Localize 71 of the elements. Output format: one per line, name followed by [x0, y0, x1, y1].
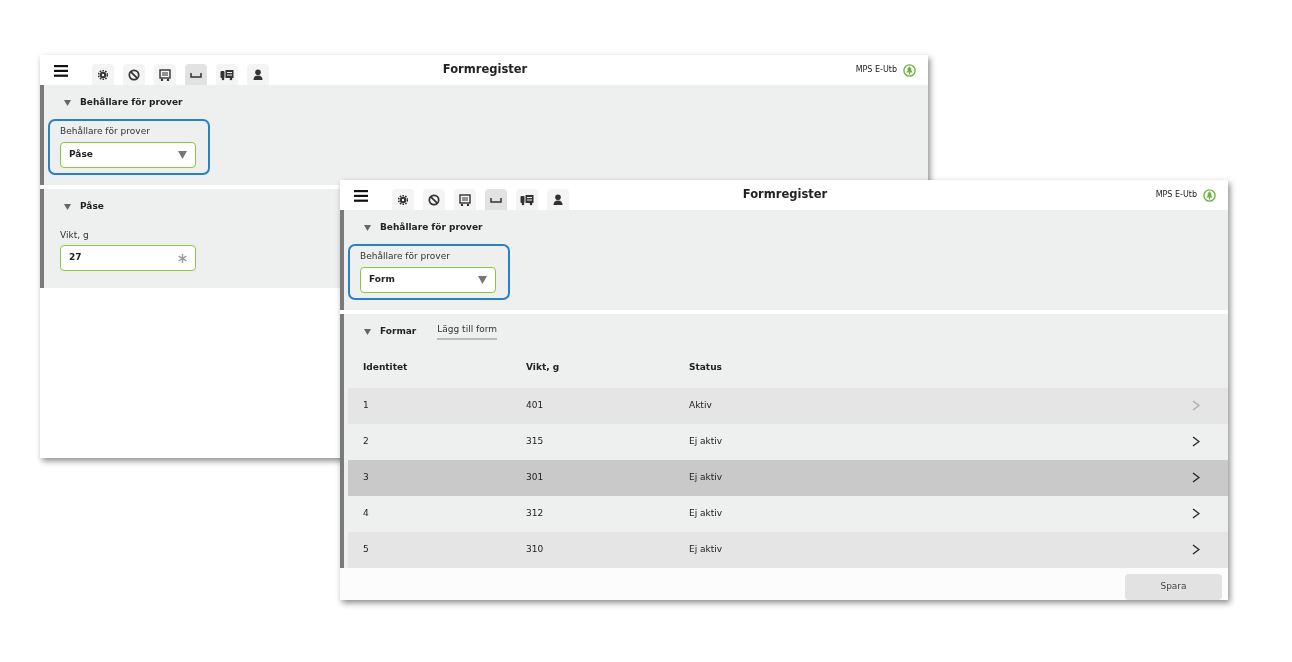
dropdown-caret-icon [478, 275, 487, 284]
tab-button[interactable] [216, 64, 238, 85]
table-row[interactable]: 5 310 Ej aktiv [348, 531, 1228, 568]
collapse-icon[interactable] [364, 328, 371, 335]
tab-button[interactable] [392, 189, 414, 210]
select-field[interactable]: Påse [60, 141, 196, 168]
table-cell-text: 401 [526, 398, 545, 412]
tab-button[interactable] [154, 64, 176, 85]
input-field[interactable]: 27 [60, 245, 196, 271]
table-cell-text: Ej aktiv [689, 542, 724, 556]
table-cell-text: Ej aktiv [689, 434, 724, 448]
dropdown-caret-icon [178, 150, 187, 159]
gear-icon [398, 194, 408, 205]
tray-icon [190, 71, 202, 78]
section-heading: Behållare för prover [80, 96, 183, 110]
tab-button[interactable] [547, 189, 569, 210]
section-heading: Behållare för prover [380, 221, 483, 235]
select-field[interactable]: Form [360, 266, 496, 293]
tree-logo-icon [903, 63, 916, 77]
cart-icon [159, 68, 171, 81]
tab-button[interactable] [185, 64, 207, 85]
table-cell-text: 310 [526, 542, 545, 556]
column-header: Status [689, 360, 723, 374]
table-row[interactable]: 1 401 Aktiv [348, 387, 1228, 424]
collapse-icon[interactable] [64, 100, 71, 106]
account-name: MPS E-Utb [1155, 189, 1197, 201]
tray-icon [490, 196, 502, 203]
gear-icon [98, 69, 108, 80]
table-cell-text: 315 [526, 434, 545, 448]
save-button[interactable]: Spara [1125, 573, 1222, 600]
column-header: Vikt, g [526, 360, 561, 374]
table-cell-text: 3 [363, 470, 370, 484]
table-cell-text: Aktiv [689, 398, 713, 412]
person-icon [253, 69, 263, 80]
table-row[interactable]: 3 301 Ej aktiv [348, 459, 1228, 496]
table-cell-text: Ej aktiv [689, 506, 724, 520]
field-label: Behållare för prover [60, 125, 151, 138]
field-label: Vikt, g [60, 228, 90, 242]
truck-icon [520, 193, 534, 206]
tree-logo-icon [1203, 188, 1216, 202]
table-cell-text: 4 [363, 506, 370, 520]
truck-icon [220, 68, 234, 81]
tab-button[interactable] [92, 64, 114, 85]
window-title: Formregister [442, 61, 528, 79]
add-link[interactable]: Lägg till form [437, 323, 497, 340]
prohibited-icon [128, 68, 140, 81]
tab-button[interactable] [123, 64, 145, 85]
table-cell-text: 312 [526, 506, 545, 520]
table-cell-text: 301 [526, 470, 545, 484]
tab-button[interactable] [485, 189, 507, 210]
window-title: Formregister [742, 186, 828, 204]
table-cell-text: Ej aktiv [689, 470, 724, 484]
account-name: MPS E-Utb [855, 64, 897, 76]
tab-button[interactable] [423, 189, 445, 210]
collapse-icon[interactable] [64, 203, 71, 210]
tab-button[interactable] [454, 189, 476, 210]
tab-button[interactable] [516, 189, 538, 210]
section-heading: Påse [80, 199, 104, 213]
menu-icon[interactable] [354, 190, 368, 202]
person-icon [553, 194, 563, 205]
section-heading: Formar [380, 324, 417, 338]
table-cell-text: 2 [363, 434, 370, 448]
column-header: Identitet [363, 360, 409, 374]
prohibited-icon [428, 193, 440, 206]
collapse-icon[interactable] [364, 225, 371, 231]
cart-icon [459, 193, 471, 206]
menu-icon[interactable] [54, 65, 68, 77]
table-cell-text: 5 [363, 542, 370, 556]
table-cell-text: 1 [363, 398, 370, 412]
tab-button[interactable] [247, 64, 269, 85]
field-label: Behållare för prover [360, 250, 451, 263]
